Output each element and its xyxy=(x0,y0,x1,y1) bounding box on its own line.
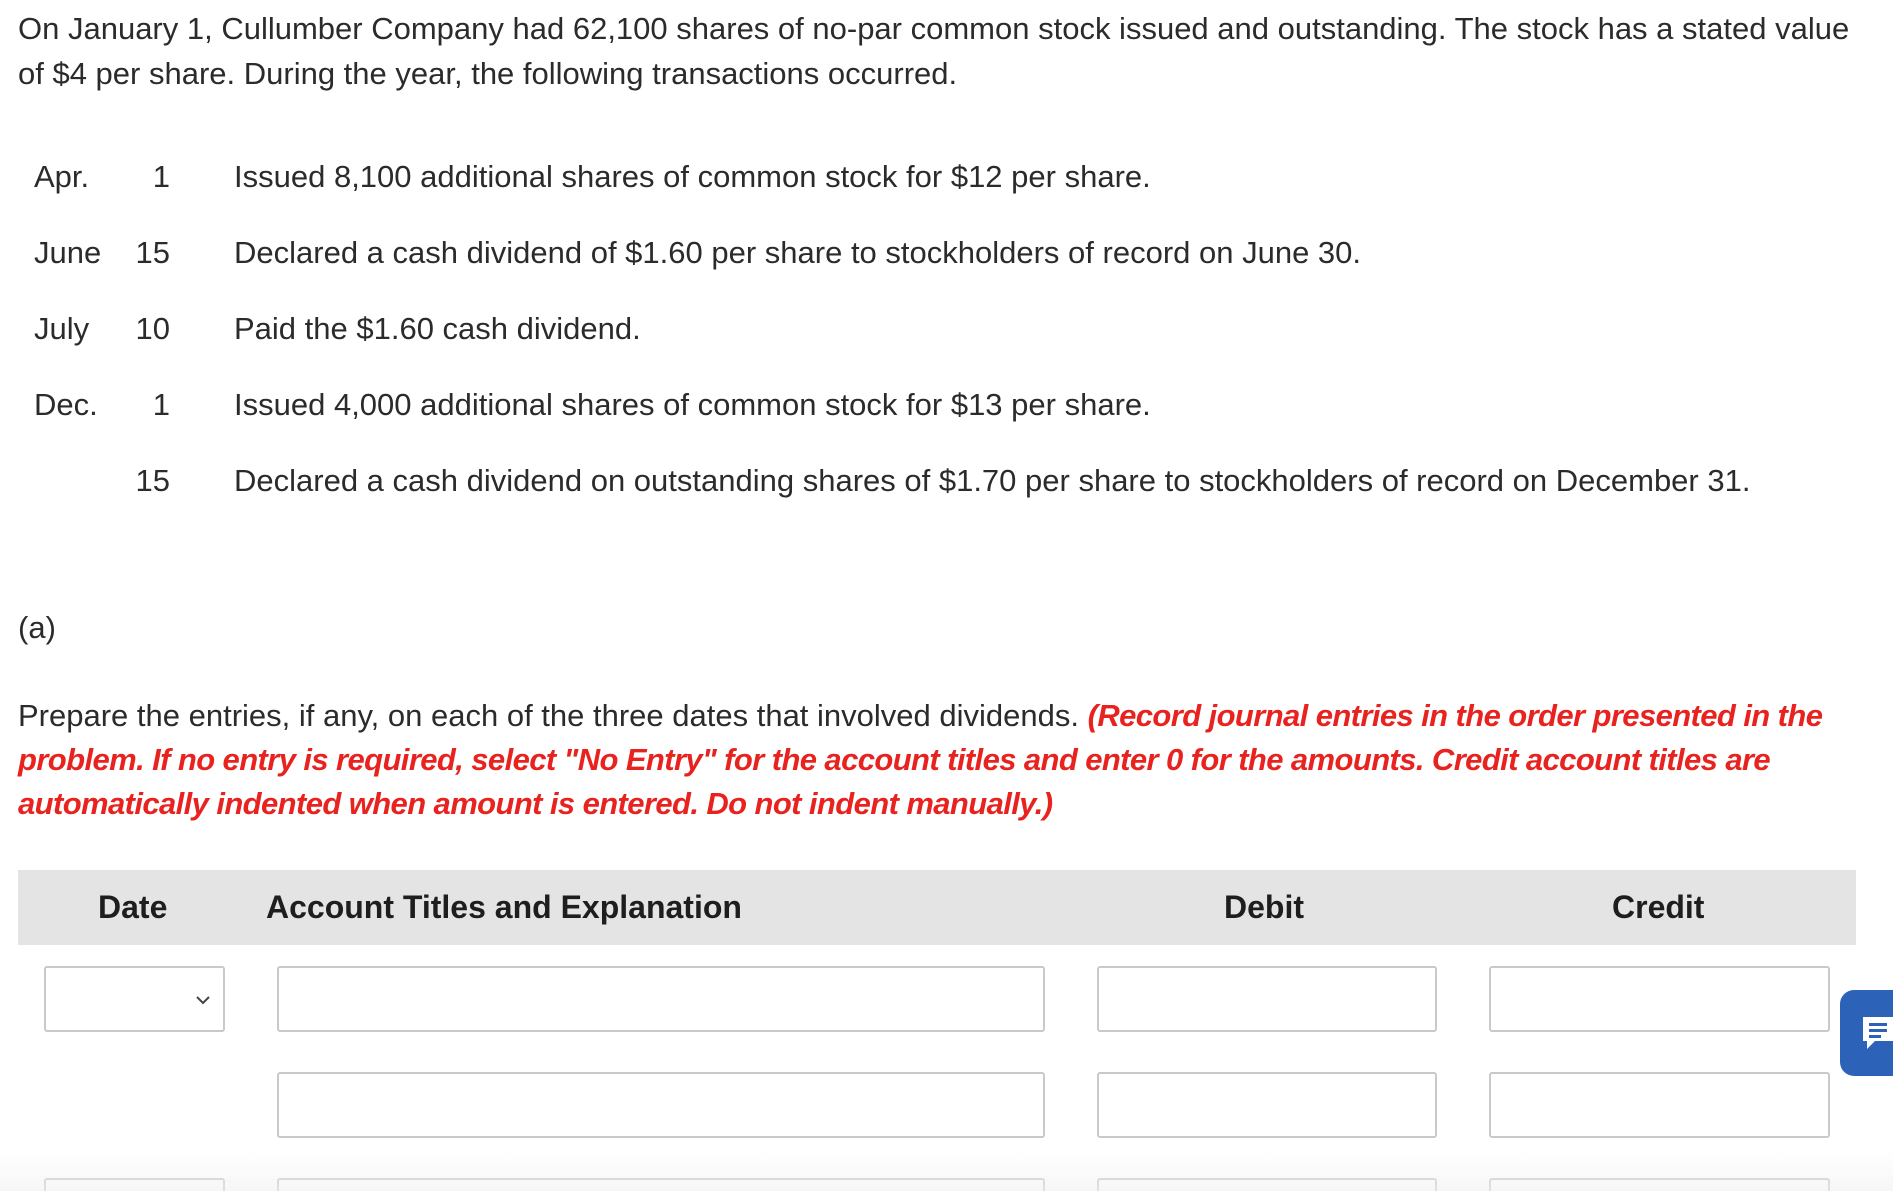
transaction-day: 1 xyxy=(152,387,170,422)
transaction-description: Issued 8,100 additional shares of common… xyxy=(234,159,1151,194)
feedback-button[interactable] xyxy=(1840,990,1893,1076)
credit-input[interactable] xyxy=(1489,1072,1830,1138)
transaction-description: Declared a cash dividend on outstanding … xyxy=(234,463,1751,498)
credit-column-header: Credit xyxy=(1612,889,1705,925)
part-label: (a) xyxy=(18,610,56,645)
problem-intro: On January 1, Cullumber Company had 62,1… xyxy=(18,11,1850,91)
account-title-input[interactable] xyxy=(277,966,1045,1032)
date-column-header: Date xyxy=(98,889,168,925)
debit-input[interactable] xyxy=(1097,1178,1437,1191)
account-title-input[interactable] xyxy=(277,1072,1045,1138)
transaction-day: 15 xyxy=(135,235,170,270)
transaction-day: 10 xyxy=(135,311,170,346)
transaction-description: Paid the $1.60 cash dividend. xyxy=(234,311,641,346)
debit-column-header: Debit xyxy=(1224,889,1304,925)
transaction-description: Issued 4,000 additional shares of common… xyxy=(234,387,1151,422)
credit-input[interactable] xyxy=(1489,966,1830,1032)
transaction-description: Declared a cash dividend of $1.60 per sh… xyxy=(234,235,1362,270)
feedback-icon xyxy=(1863,1017,1893,1049)
credit-input[interactable] xyxy=(1489,1178,1830,1191)
date-select[interactable] xyxy=(44,1178,225,1191)
date-select[interactable] xyxy=(44,966,225,1032)
debit-input[interactable] xyxy=(1097,966,1437,1032)
debit-input[interactable] xyxy=(1097,1072,1437,1138)
chevron-down-icon xyxy=(196,996,210,1005)
instructions-prompt: Prepare the entries, if any, on each of … xyxy=(18,698,1079,733)
account-title-input[interactable] xyxy=(277,1178,1045,1191)
account-column-header: Account Titles and Explanation xyxy=(266,889,742,925)
journal-table-header: Date Account Titles and Explanation Debi… xyxy=(18,870,1856,945)
transaction-day: 1 xyxy=(152,159,170,194)
transaction-day: 15 xyxy=(135,463,170,498)
instructions: Prepare the entries, if any, on each of … xyxy=(18,694,1880,826)
